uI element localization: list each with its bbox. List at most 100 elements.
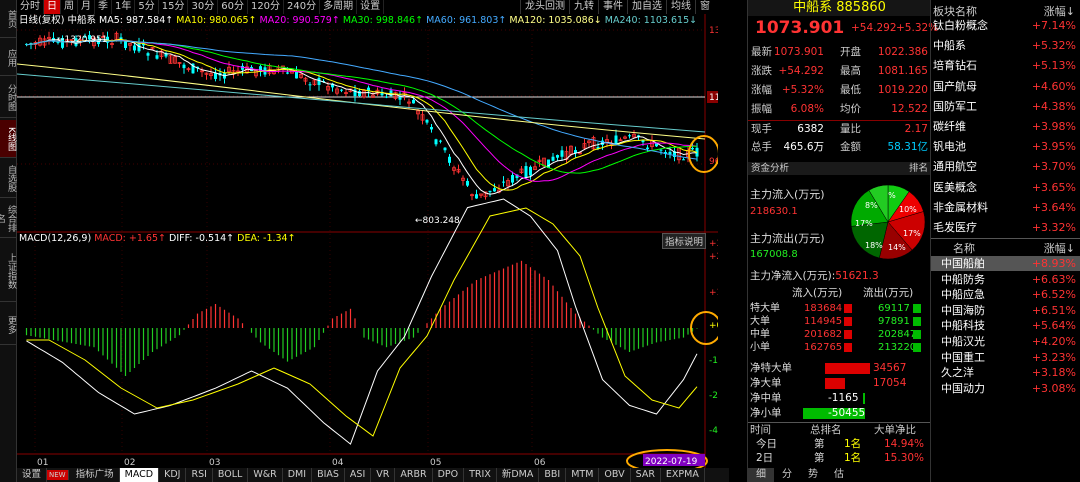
- indicator-tab-6[interactable]: BOLL: [213, 468, 249, 482]
- indicator-tab-12[interactable]: ARBR: [395, 468, 433, 482]
- indicator-tabs: 设置 NEW 指标广场 MACD KDJ RSI BOLL W&R DMI BIAS ASI VR AR…: [17, 468, 729, 482]
- fund-pie-chart: 9%10%17%14%18%17%8%: [850, 184, 926, 260]
- sector-row[interactable]: 碳纤维 +3.98%: [931, 117, 1080, 137]
- period-tab-8[interactable]: 30分: [188, 0, 219, 14]
- stock-row[interactable]: 中船科技 +5.64%: [931, 318, 1080, 333]
- side-tab-1[interactable]: 应用: [0, 40, 16, 76]
- sector-row[interactable]: 中船系 +5.32%: [931, 36, 1080, 56]
- stock-row[interactable]: 久之洋 +3.18%: [931, 365, 1080, 380]
- sector-row[interactable]: 钒电池 +3.95%: [931, 137, 1080, 157]
- indicator-tab-17[interactable]: MTM: [566, 468, 600, 482]
- time-h1: 总排名: [810, 424, 842, 436]
- sector-row[interactable]: 医美概念 +3.65%: [931, 178, 1080, 198]
- quote-foot-tab[interactable]: 势: [800, 468, 826, 482]
- period-tab-12[interactable]: 多周期: [320, 0, 358, 14]
- quote-foot-tab[interactable]: 估: [826, 468, 852, 482]
- indicator-tab-15[interactable]: 新DMA: [497, 468, 540, 482]
- indicator-tab-20[interactable]: EXPMA: [661, 468, 705, 482]
- rank-tab[interactable]: 排名: [909, 162, 928, 175]
- period-tab-0[interactable]: 分时: [17, 0, 44, 14]
- quote-row: 涨跌 +54.292 最高 1081.165: [748, 63, 931, 80]
- period-tab-2[interactable]: 周: [61, 0, 78, 14]
- side-tab-6[interactable]: 上证指数: [0, 240, 16, 302]
- stock-pct: +6.63%: [1031, 272, 1076, 286]
- side-tabs: 首页 应用分时图 K线图自选股综合排名上证指数更多: [0, 0, 17, 482]
- stock-row[interactable]: 中国船舶 +8.93%: [931, 256, 1080, 271]
- quote-cell: 均价: [840, 103, 861, 115]
- toolbar-0[interactable]: 龙头回测: [520, 0, 569, 14]
- period-tab-3[interactable]: 月: [78, 0, 95, 14]
- indicator-tab-2[interactable]: 指标广场: [71, 468, 120, 482]
- stock-header-pct[interactable]: 涨幅↓: [1044, 240, 1075, 256]
- period-tab-4[interactable]: 季: [95, 0, 112, 14]
- sector-row[interactable]: 钛白粉概念 +7.14%: [931, 16, 1080, 36]
- indicator-tab-9[interactable]: BIAS: [312, 468, 345, 482]
- stock-row[interactable]: 中船汉光 +4.20%: [931, 334, 1080, 349]
- indicator-tab-16[interactable]: BBI: [539, 468, 567, 482]
- indicator-help-button[interactable]: 指标说明: [662, 233, 707, 249]
- toolbar-1[interactable]: 九转: [569, 0, 598, 14]
- fund-analysis-tab[interactable]: 资金分析: [751, 162, 789, 175]
- quote-header: 中船系 885860: [748, 0, 931, 16]
- sector-row[interactable]: 培育钻石 +5.13%: [931, 56, 1080, 76]
- sector-row[interactable]: 毛发医疗 +3.32%: [931, 218, 1080, 238]
- stock-row[interactable]: 中国海防 +6.51%: [931, 303, 1080, 318]
- flow-row: 特大单 183684 69117: [748, 302, 931, 315]
- stock-pct: +6.52%: [1031, 288, 1076, 302]
- period-tab-6[interactable]: 5分: [135, 0, 159, 14]
- period-tab-10[interactable]: 120分: [248, 0, 285, 14]
- stock-name: 中国船舶: [941, 257, 985, 270]
- toolbar-3[interactable]: 加自选: [627, 0, 666, 14]
- stock-name: 中船应急: [941, 288, 985, 302]
- toolbar-5[interactable]: 窗: [695, 0, 714, 14]
- indicator-tab-19[interactable]: SAR: [631, 468, 661, 482]
- indicator-tab-14[interactable]: TRIX: [464, 468, 497, 482]
- sector-row[interactable]: 国产航母 +4.60%: [931, 77, 1080, 97]
- indicator-tab-4[interactable]: KDJ: [159, 468, 187, 482]
- period-tab-11[interactable]: 240分: [284, 0, 321, 14]
- period-tab-7[interactable]: 15分: [159, 0, 189, 14]
- flow-row: 小单 162765 213220: [748, 341, 931, 354]
- indicator-tab-3[interactable]: MACD: [119, 468, 160, 482]
- time-label: 2日: [756, 452, 774, 464]
- indicator-tab-18[interactable]: OBV: [599, 468, 631, 482]
- indicator-tab-8[interactable]: DMI: [283, 468, 313, 482]
- sector-pct: +3.65%: [1031, 180, 1076, 194]
- side-tab-3[interactable]: K线图: [0, 120, 16, 158]
- side-tab-5[interactable]: 综合排名: [0, 200, 16, 238]
- flow-header: 流入(万元) 流出(万元): [748, 285, 931, 302]
- indicator-tab-5[interactable]: RSI: [186, 468, 213, 482]
- indicator-tab-7[interactable]: W&R: [248, 468, 283, 482]
- quote-foot-tab[interactable]: 细: [748, 468, 774, 482]
- side-tab-2[interactable]: 分时图: [0, 78, 16, 118]
- time-rank: 1名: [844, 438, 862, 450]
- side-tab-4[interactable]: 自选股: [0, 160, 16, 198]
- sector-row[interactable]: 非金属材料 +3.64%: [931, 198, 1080, 218]
- toolbar-2[interactable]: 事件: [598, 0, 627, 14]
- side-tab-7[interactable]: 更多: [0, 305, 16, 345]
- period-tab-13[interactable]: 设置: [357, 0, 385, 14]
- stock-row[interactable]: 中船应急 +6.52%: [931, 287, 1080, 302]
- sector-name: 国产航母: [933, 79, 977, 93]
- period-tab-9[interactable]: 60分: [218, 0, 248, 14]
- sector-row[interactable]: 通用航空 +3.70%: [931, 157, 1080, 177]
- stock-row[interactable]: 中国动力 +3.08%: [931, 381, 1080, 396]
- net-type: 净小单: [750, 407, 782, 419]
- sector-row[interactable]: 国防军工 +4.38%: [931, 97, 1080, 117]
- indicator-tab-1[interactable]: NEW: [47, 470, 69, 480]
- pie-label: 14%: [888, 243, 906, 252]
- indicator-tab-10[interactable]: ASI: [345, 468, 372, 482]
- time-pct: 14.94%: [884, 438, 925, 450]
- toolbar-4[interactable]: 均线: [666, 0, 695, 14]
- pie-label: 10%: [899, 205, 917, 214]
- indicator-tab-13[interactable]: DPO: [433, 468, 465, 482]
- side-tab-0[interactable]: 首页: [0, 0, 16, 38]
- indicator-tab-11[interactable]: VR: [371, 468, 396, 482]
- quote-foot-tab[interactable]: 分: [774, 468, 800, 482]
- stock-row[interactable]: 中船防务 +6.63%: [931, 272, 1080, 287]
- indicator-tab-0[interactable]: 设置: [17, 468, 48, 482]
- period-tab-5[interactable]: 1年: [112, 0, 136, 14]
- stock-row[interactable]: 中国重工 +3.23%: [931, 350, 1080, 365]
- period-tab-1[interactable]: 日: [44, 0, 61, 14]
- sector-name: 通用航空: [933, 160, 977, 174]
